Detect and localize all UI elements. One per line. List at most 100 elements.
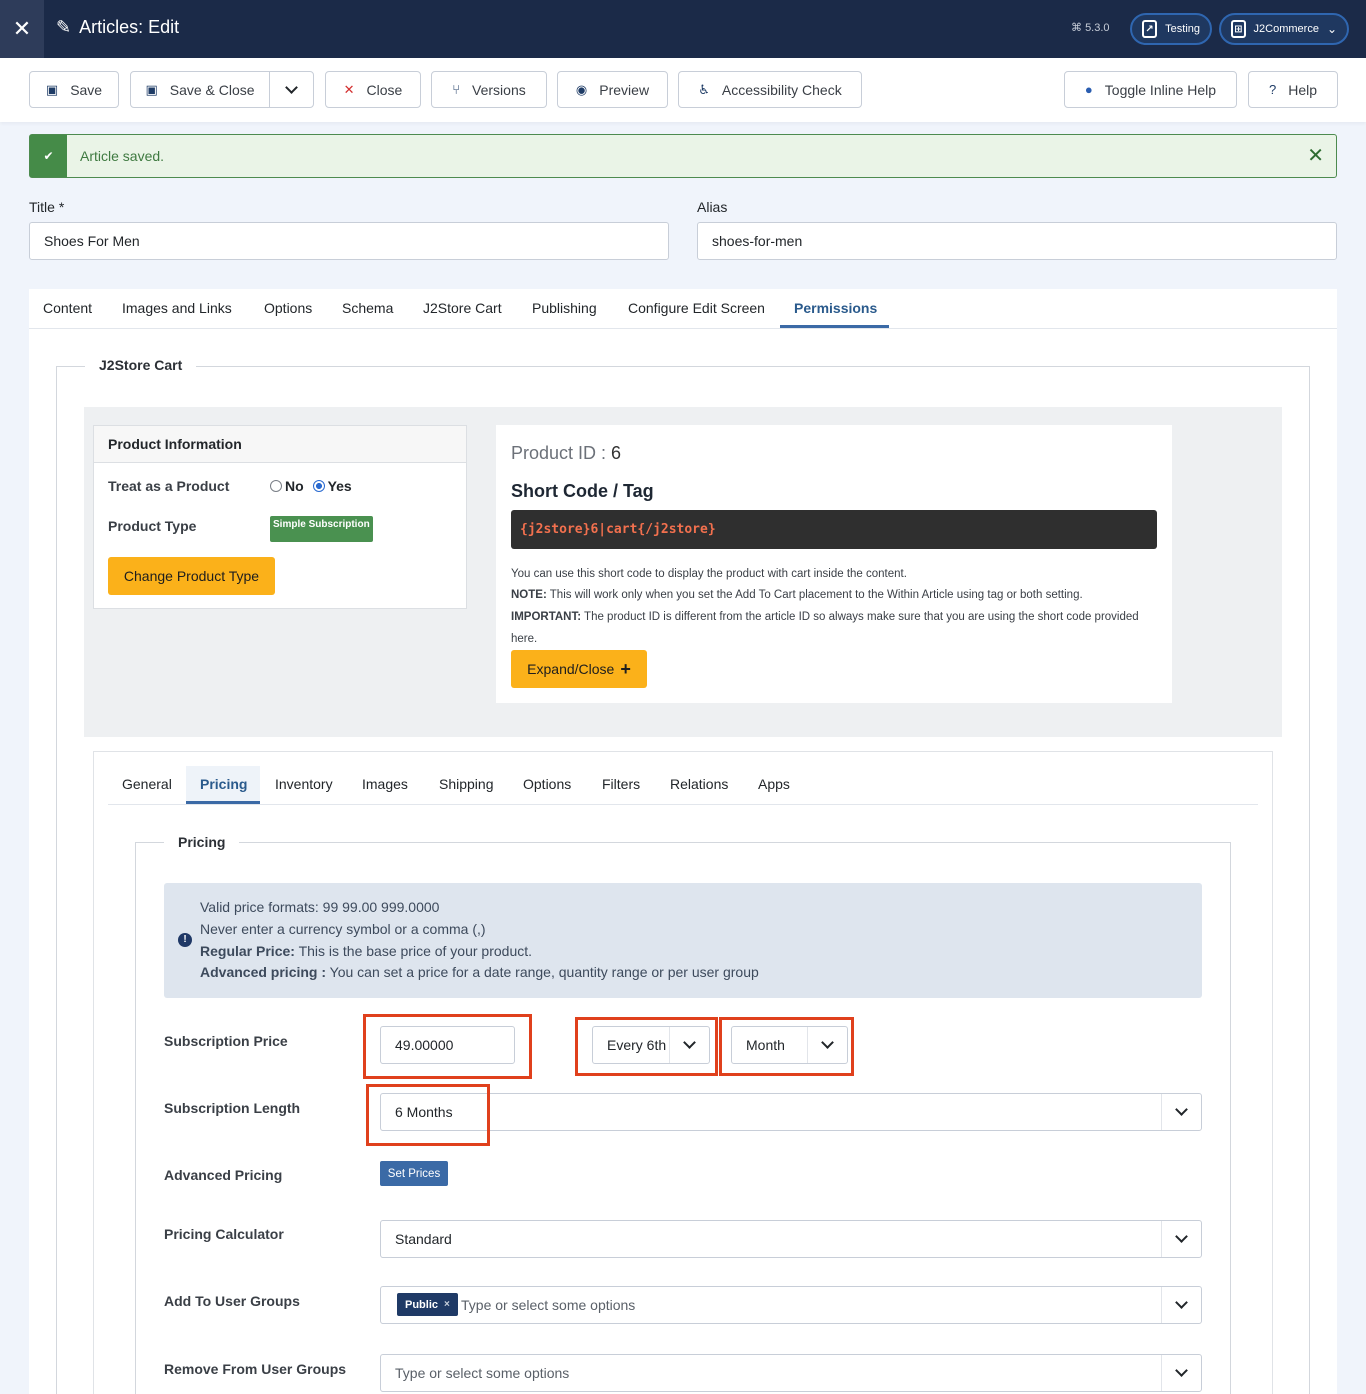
accessibility-icon: ♿ <box>698 81 710 97</box>
subtab-relations[interactable]: Relations <box>670 776 728 792</box>
accessibility-check-button[interactable]: ♿ Accessibility Check <box>678 71 862 108</box>
product-information-heading: Product Information <box>94 426 466 463</box>
save-button[interactable]: ▣ Save <box>29 71 119 108</box>
pricing-calculator-label: Pricing Calculator <box>164 1226 284 1242</box>
help-button[interactable]: ? Help <box>1248 71 1338 108</box>
tab-options[interactable]: Options <box>264 300 312 316</box>
subtab-images[interactable]: Images <box>362 776 408 792</box>
version-label: ⌘ 5.3.0 <box>1071 22 1110 34</box>
versions-button[interactable]: ⑂ Versions <box>431 71 547 108</box>
advanced-pricing-label: Advanced Pricing <box>164 1167 283 1183</box>
floppy-disk-icon: ▣ <box>45 81 59 97</box>
toolbar: ▣ Save ▣ Save & Close ✕ Close ⑂ Versions ◉ Pr… <box>0 58 1366 122</box>
shortcode-heading: Short Code / Tag <box>511 481 654 501</box>
view-site-button[interactable]: ↗ Testing <box>1130 13 1212 45</box>
pricing-info-box: ! Valid price formats: 99 99.00 999.0000… <box>164 883 1202 998</box>
grid-icon: ⊞ <box>1231 20 1246 38</box>
highlight-box <box>363 1014 532 1079</box>
highlight-box <box>719 1017 854 1076</box>
eye-icon: ◉ <box>575 81 588 97</box>
highlight-box <box>575 1017 718 1076</box>
subscription-price-label: Subscription Price <box>164 1033 288 1049</box>
tab-j2store-cart[interactable]: J2Store Cart <box>423 300 502 316</box>
toggle-inline-help-button[interactable]: ● Toggle Inline Help <box>1064 71 1237 108</box>
preview-button[interactable]: ◉ Preview <box>557 71 668 108</box>
tab-publishing[interactable]: Publishing <box>532 300 597 316</box>
expand-close-button[interactable]: Expand/Close + <box>511 650 647 688</box>
alias-input[interactable]: shoes-for-men <box>697 222 1337 260</box>
product-id: Product ID : 6 <box>511 443 622 463</box>
shortcode-help: You can use this short code to display t… <box>511 568 907 580</box>
page-title: ✎ Articles: Edit <box>56 17 180 37</box>
alias-label: Alias <box>697 199 728 215</box>
chevron-down-icon <box>1175 1230 1188 1243</box>
add-user-groups-label: Add To User Groups <box>164 1293 300 1309</box>
tab-content[interactable]: Content <box>43 300 92 316</box>
floppy-disk-icon: ▣ <box>145 81 158 97</box>
subtab-shipping[interactable]: Shipping <box>439 776 494 792</box>
branch-icon: ⑂ <box>452 82 461 97</box>
add-user-groups-select[interactable]: Type or select some options <box>380 1286 1202 1324</box>
save-dropdown-toggle[interactable] <box>269 71 314 108</box>
subtabs-divider <box>108 804 1258 805</box>
close-button[interactable]: ✕ Close <box>325 71 421 108</box>
info-line-1: Valid price formats: 99 99.00 999.0000 <box>200 899 440 915</box>
remove-tag-icon[interactable]: × <box>444 1299 450 1310</box>
subtab-apps[interactable]: Apps <box>758 776 790 792</box>
save-close-button[interactable]: ▣ Save & Close <box>130 71 270 108</box>
radio-yes[interactable] <box>312 480 325 492</box>
pricing-legend: Pricing <box>164 834 240 850</box>
tab-schema[interactable]: Schema <box>342 300 393 316</box>
shortcode-important-cont: here. <box>511 633 538 645</box>
info-line-4: Advanced pricing : You can set a price f… <box>200 964 759 980</box>
info-line-3: Regular Price: This is the base price of… <box>200 943 533 959</box>
radio-no[interactable] <box>270 480 282 492</box>
pencil-icon: ✎ <box>56 17 72 37</box>
j2store-legend: J2Store Cart <box>85 357 197 373</box>
active-tab-indicator <box>780 325 889 328</box>
subscription-length-label: Subscription Length <box>164 1100 301 1116</box>
title-label: Title * <box>29 199 65 215</box>
subtab-general[interactable]: General <box>122 776 172 792</box>
subtab-pricing[interactable]: Pricing <box>200 776 247 792</box>
tab-configure-edit-screen[interactable]: Configure Edit Screen <box>628 300 765 316</box>
set-prices-button[interactable]: Set Prices <box>380 1161 448 1186</box>
user-menu-button[interactable]: ⊞ J2Commerce ⌄ <box>1219 13 1349 45</box>
treat-as-product-radios: No Yes <box>270 478 352 494</box>
shortcode-note: NOTE: This will work only when you set t… <box>511 589 1083 601</box>
subscription-length-select[interactable]: 6 Months <box>380 1093 1202 1131</box>
question-icon: ? <box>1268 82 1277 97</box>
alert-message: Article saved. <box>80 148 165 164</box>
chevron-down-icon <box>1175 1364 1188 1377</box>
shortcode-important: IMPORTANT: The product ID is different f… <box>511 611 1139 623</box>
check-circle-icon: ✔ <box>30 135 67 177</box>
chevron-down-icon <box>1175 1103 1188 1116</box>
subtab-options[interactable]: Options <box>523 776 571 792</box>
tab-images-links[interactable]: Images and Links <box>122 300 232 316</box>
tab-permissions[interactable]: Permissions <box>794 300 877 316</box>
pricing-calculator-select[interactable]: Standard <box>380 1220 1202 1258</box>
product-type-label: Product Type <box>108 518 197 534</box>
joomla-logo-icon[interactable]: ✕ <box>0 0 44 58</box>
active-subtab-indicator <box>186 801 260 804</box>
chevron-down-icon <box>1175 1296 1188 1309</box>
success-alert: ✔ Article saved. ✕ <box>29 134 1337 178</box>
plus-icon: + <box>620 658 631 679</box>
external-link-icon: ↗ <box>1142 20 1158 38</box>
question-circle-icon: ● <box>1084 82 1093 97</box>
admin-header: ✕ ✎ Articles: Edit ⌘ 5.3.0 ↗ Testing ⊞ J… <box>0 0 1366 58</box>
change-product-type-button[interactable]: Change Product Type <box>108 557 275 595</box>
subtab-filters[interactable]: Filters <box>602 776 640 792</box>
highlight-box <box>366 1084 490 1146</box>
remove-user-groups-select[interactable]: Type or select some options <box>380 1354 1202 1392</box>
user-group-tag: Public × <box>397 1293 458 1316</box>
alert-close-icon[interactable]: ✕ <box>1307 143 1324 168</box>
shortcode-code[interactable]: {j2store}6|cart{/j2store} <box>511 510 1157 549</box>
chevron-down-icon: ⌄ <box>1326 22 1337 36</box>
treat-as-product-label: Treat as a Product <box>108 478 230 494</box>
close-icon: ✕ <box>343 81 355 97</box>
subtab-inventory[interactable]: Inventory <box>275 776 333 792</box>
chevron-down-icon <box>285 80 298 94</box>
title-input[interactable]: Shoes For Men <box>29 222 669 260</box>
info-line-2: Never enter a currency symbol or a comma… <box>200 921 486 937</box>
